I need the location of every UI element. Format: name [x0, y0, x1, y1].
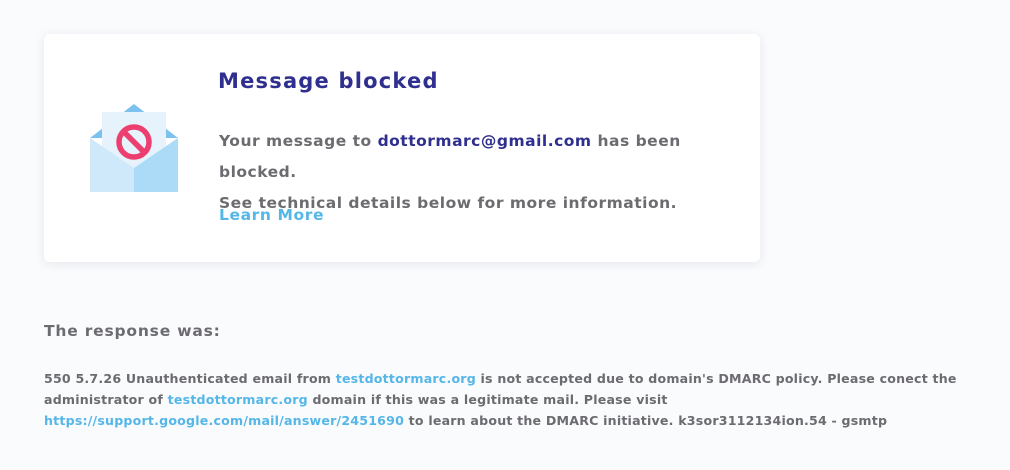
response-text-4: to learn about the DMARC initiative. k3s… [404, 413, 888, 428]
domain-link-1[interactable]: testdottormarc.org [336, 371, 476, 386]
blocked-message-card: Message blocked Your message to dottorma… [44, 34, 760, 262]
envelope-blocked-icon [90, 104, 178, 192]
recipient-email: dottormarc@gmail.com [377, 132, 592, 150]
page-title: Message blocked [218, 69, 439, 93]
response-details: 550 5.7.26 Unauthenticated email from te… [44, 368, 994, 431]
learn-more-link[interactable]: Learn More [219, 206, 324, 224]
response-label: The response was: [44, 322, 221, 340]
domain-link-2[interactable]: testdottormarc.org [168, 392, 308, 407]
message-line1-prefix: Your message to [219, 132, 378, 150]
support-url-link[interactable]: https://support.google.com/mail/answer/2… [44, 413, 404, 428]
response-text-1: 550 5.7.26 Unauthenticated email from [44, 371, 336, 386]
response-text-3: domain if this was a legitimate mail. Pl… [307, 392, 668, 407]
